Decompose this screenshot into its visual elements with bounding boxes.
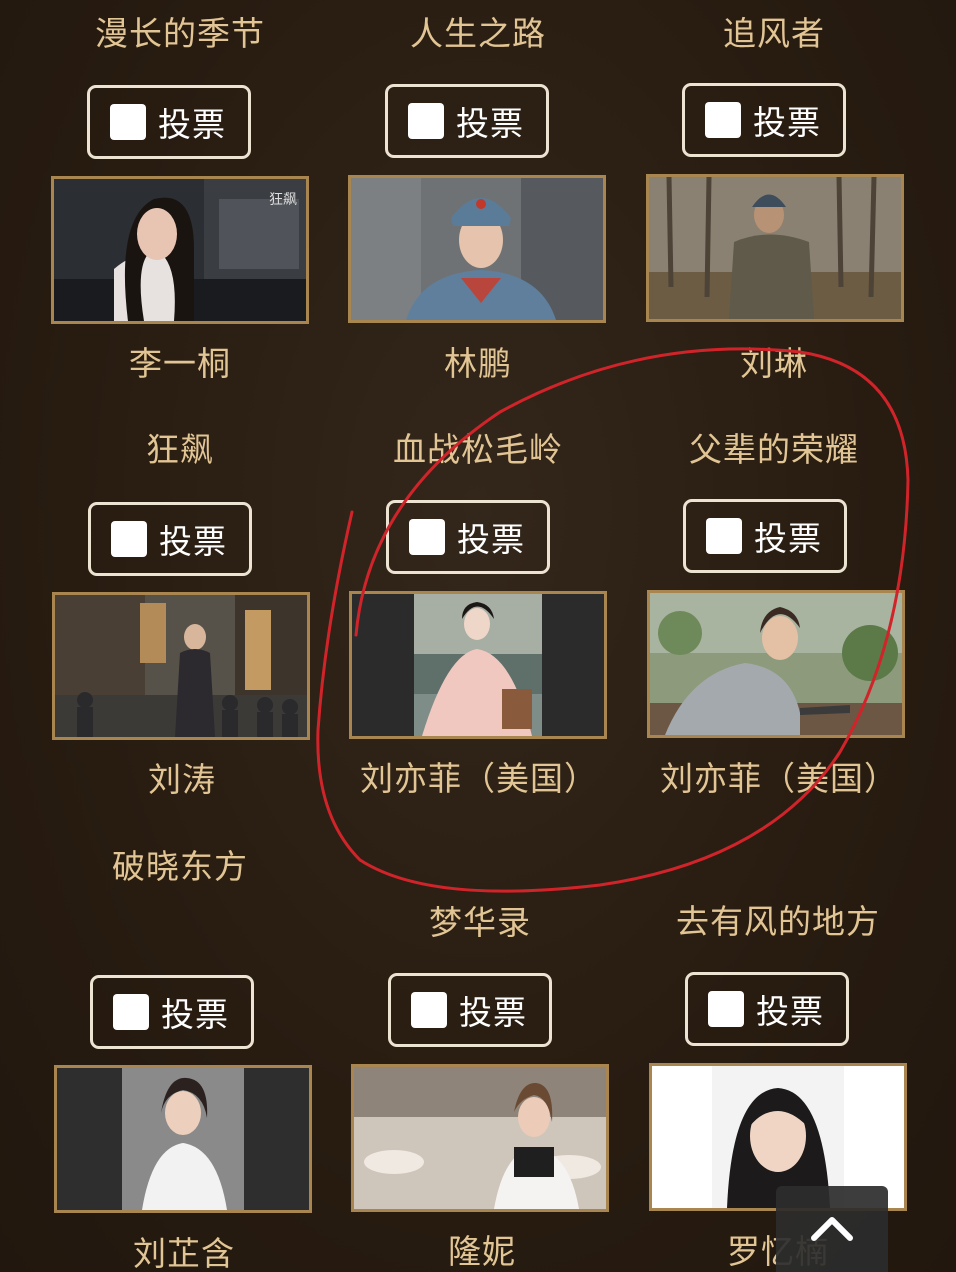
vote-button[interactable]: 投票	[388, 973, 552, 1047]
vote-checkbox[interactable]	[706, 518, 742, 554]
actor-name: 刘涛	[148, 760, 216, 799]
actor-photo[interactable]	[54, 1065, 312, 1213]
drama-title: 父辈的荣耀	[689, 430, 859, 469]
vote-checkbox[interactable]	[110, 104, 146, 140]
actor-photo[interactable]	[351, 1064, 609, 1212]
vote-button-label: 投票	[459, 993, 527, 1032]
actor-photo[interactable]	[647, 590, 905, 738]
actor-name: 李一桐	[129, 344, 231, 383]
scroll-to-top-button[interactable]	[776, 1186, 888, 1272]
vote-button-label: 投票	[754, 519, 822, 558]
vote-button[interactable]: 投票	[87, 85, 251, 159]
vote-checkbox[interactable]	[113, 994, 149, 1030]
vote-page: 漫长的季节 人生之路 追风者 投票 投票 投票 狂飙 李一桐 林鹏 刘琳 狂飙 …	[0, 0, 956, 1272]
vote-checkbox[interactable]	[708, 991, 744, 1027]
chevron-up-icon	[811, 1217, 853, 1241]
actor-photo[interactable]: 狂飙	[51, 176, 309, 324]
drama-title: 梦华录	[429, 903, 531, 942]
photo-watermark: 狂飙	[269, 192, 297, 208]
actor-name: 刘琳	[740, 344, 808, 383]
vote-button-label: 投票	[756, 992, 824, 1031]
vote-button-label: 投票	[456, 104, 524, 143]
vote-button[interactable]: 投票	[88, 502, 252, 576]
actor-name: 隆妮	[448, 1232, 516, 1271]
actor-name: 刘芷含	[133, 1234, 235, 1272]
vote-button-label: 投票	[457, 520, 525, 559]
drama-title: 破晓东方	[112, 847, 248, 886]
vote-button-label: 投票	[753, 103, 821, 142]
vote-button[interactable]: 投票	[386, 500, 550, 574]
vote-button-label: 投票	[161, 995, 229, 1034]
actor-photo[interactable]	[348, 175, 606, 323]
vote-button[interactable]: 投票	[682, 83, 846, 157]
vote-checkbox[interactable]	[705, 102, 741, 138]
drama-title: 漫长的季节	[95, 14, 265, 53]
actor-photo[interactable]	[646, 174, 904, 322]
actor-name: 刘亦菲（美国）	[360, 759, 598, 798]
actor-name: 林鹏	[444, 344, 512, 383]
vote-button[interactable]: 投票	[683, 499, 847, 573]
drama-title: 追风者	[723, 14, 825, 53]
drama-title: 血战松毛岭	[393, 430, 563, 469]
actor-name: 刘亦菲（美国）	[660, 759, 898, 798]
vote-button[interactable]: 投票	[685, 972, 849, 1046]
vote-checkbox[interactable]	[411, 992, 447, 1028]
actor-photo[interactable]	[349, 591, 607, 739]
vote-checkbox[interactable]	[408, 103, 444, 139]
drama-title: 人生之路	[410, 14, 546, 53]
drama-title: 狂飙	[146, 430, 214, 469]
vote-checkbox[interactable]	[111, 521, 147, 557]
vote-checkbox[interactable]	[409, 519, 445, 555]
actor-photo[interactable]	[52, 592, 310, 740]
drama-title: 去有风的地方	[676, 902, 880, 941]
vote-button-label: 投票	[158, 105, 226, 144]
vote-button-label: 投票	[159, 522, 227, 561]
vote-button[interactable]: 投票	[90, 975, 254, 1049]
vote-button[interactable]: 投票	[385, 84, 549, 158]
